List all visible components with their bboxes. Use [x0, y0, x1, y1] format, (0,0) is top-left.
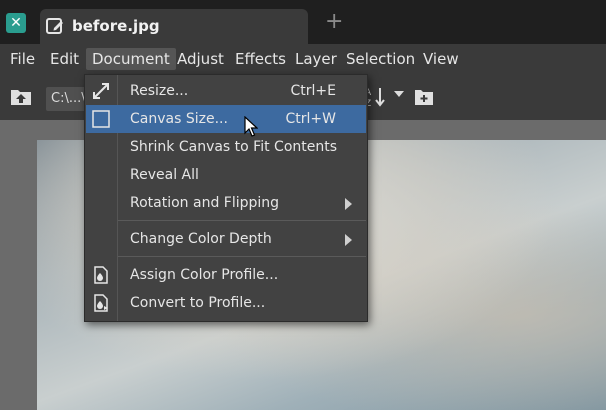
- title-bar: ✕ before.jpg +: [0, 0, 606, 44]
- menu-item-label: Convert to Profile...: [130, 295, 266, 311]
- folder-up-icon[interactable]: [10, 86, 32, 106]
- app-logo-icon: ✕: [6, 13, 26, 33]
- menu-document[interactable]: Document: [86, 48, 176, 70]
- menu-file[interactable]: File: [8, 50, 37, 68]
- convert-profile-icon: [94, 294, 108, 312]
- menu-item-label: Resize...: [130, 83, 189, 99]
- canvas-size-icon: [92, 110, 110, 128]
- menu-item-assign-color-profile[interactable]: Assign Color Profile...: [86, 261, 366, 289]
- menu-item-resize[interactable]: Resize... Ctrl+E: [86, 77, 366, 105]
- menu-item-label: Canvas Size...: [130, 111, 228, 127]
- menu-item-shrink-canvas[interactable]: Shrink Canvas to Fit Contents: [86, 133, 366, 161]
- menu-item-reveal-all[interactable]: Reveal All: [86, 161, 366, 189]
- menu-effects[interactable]: Effects: [233, 50, 288, 68]
- mouse-cursor-icon: [244, 116, 258, 137]
- color-profile-icon: [94, 266, 108, 284]
- menu-item-shortcut: Ctrl+E: [290, 83, 337, 99]
- menu-item-convert-to-profile[interactable]: Convert to Profile...: [86, 289, 366, 317]
- menu-item-shortcut: Ctrl+W: [285, 111, 336, 127]
- resize-icon: [93, 83, 109, 99]
- menu-item-label: Reveal All: [130, 167, 199, 183]
- sort-dropdown-icon[interactable]: [394, 91, 404, 97]
- document-menu-dropdown: Resize... Ctrl+E Canvas Size... Ctrl+W S…: [84, 74, 368, 322]
- menu-item-label: Assign Color Profile...: [130, 267, 279, 283]
- menu-view[interactable]: View: [421, 50, 461, 68]
- menu-item-rotation-flipping[interactable]: Rotation and Flipping: [86, 189, 366, 217]
- menu-separator: [118, 256, 366, 257]
- menu-layer[interactable]: Layer: [293, 50, 339, 68]
- tab-title: before.jpg: [72, 17, 160, 35]
- add-folder-icon[interactable]: [414, 87, 434, 107]
- submenu-arrow-icon: [345, 234, 352, 246]
- menu-bar: File Edit Document Adjust Effects Layer …: [0, 44, 606, 74]
- menu-item-change-color-depth[interactable]: Change Color Depth: [86, 225, 366, 253]
- menu-item-label: Rotation and Flipping: [130, 195, 280, 211]
- menu-item-label: Shrink Canvas to Fit Contents: [130, 139, 338, 155]
- edit-image-icon: [46, 18, 63, 34]
- menu-adjust[interactable]: Adjust: [175, 50, 226, 68]
- menu-edit[interactable]: Edit: [48, 50, 81, 68]
- new-tab-plus-icon[interactable]: +: [325, 11, 343, 33]
- menu-item-label: Change Color Depth: [130, 231, 272, 247]
- menu-selection[interactable]: Selection: [344, 50, 417, 68]
- document-tab[interactable]: before.jpg: [40, 9, 308, 44]
- submenu-arrow-icon: [345, 198, 352, 210]
- menu-item-canvas-size[interactable]: Canvas Size... Ctrl+W: [86, 105, 366, 133]
- menu-separator: [118, 220, 366, 221]
